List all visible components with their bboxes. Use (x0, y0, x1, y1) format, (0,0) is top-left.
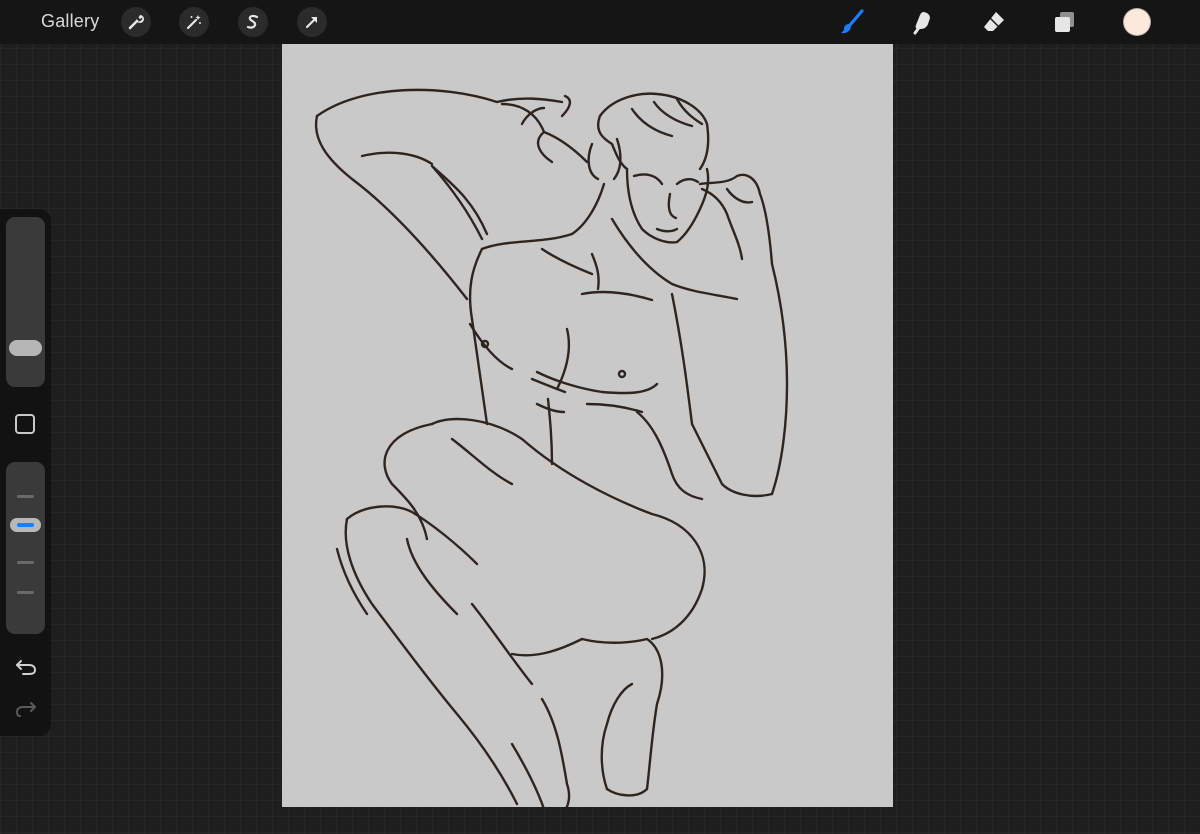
undo-icon (16, 660, 37, 675)
modify-button[interactable] (15, 414, 35, 434)
smudge-icon (913, 12, 930, 35)
brush-tool[interactable] (838, 8, 866, 36)
actions-button[interactable] (121, 7, 151, 37)
figure-sketch (314, 88, 789, 807)
eraser-icon (984, 12, 1004, 31)
opacity-tick (17, 591, 34, 594)
layers-button[interactable] (1051, 8, 1079, 36)
color-picker[interactable] (1123, 8, 1151, 36)
selection-s-icon (246, 14, 259, 29)
smudge-tool[interactable] (909, 8, 937, 36)
wrench-icon (128, 15, 144, 30)
undo-button[interactable] (12, 655, 40, 679)
opacity-handle[interactable] (10, 518, 41, 532)
opacity-tick (17, 495, 34, 498)
redo-icon (15, 702, 36, 717)
adjustments-button[interactable] (179, 7, 209, 37)
transform-arrow-icon (305, 16, 318, 29)
gallery-button[interactable]: Gallery (41, 11, 99, 32)
brush-size-slider[interactable] (6, 217, 45, 387)
opacity-tick (17, 561, 34, 564)
brush-icon (841, 9, 864, 34)
redo-button[interactable] (12, 697, 40, 721)
brush-size-handle[interactable] (9, 340, 42, 356)
transform-button[interactable] (297, 7, 327, 37)
top-toolbar: Gallery (0, 0, 1200, 44)
layers-icon (1055, 12, 1074, 32)
selection-button[interactable] (238, 7, 268, 37)
magic-wand-icon (186, 15, 201, 30)
eraser-tool[interactable] (980, 8, 1008, 36)
brush-opacity-slider[interactable] (6, 462, 45, 634)
drawing-canvas[interactable] (282, 44, 893, 807)
left-sidebar (0, 209, 51, 736)
